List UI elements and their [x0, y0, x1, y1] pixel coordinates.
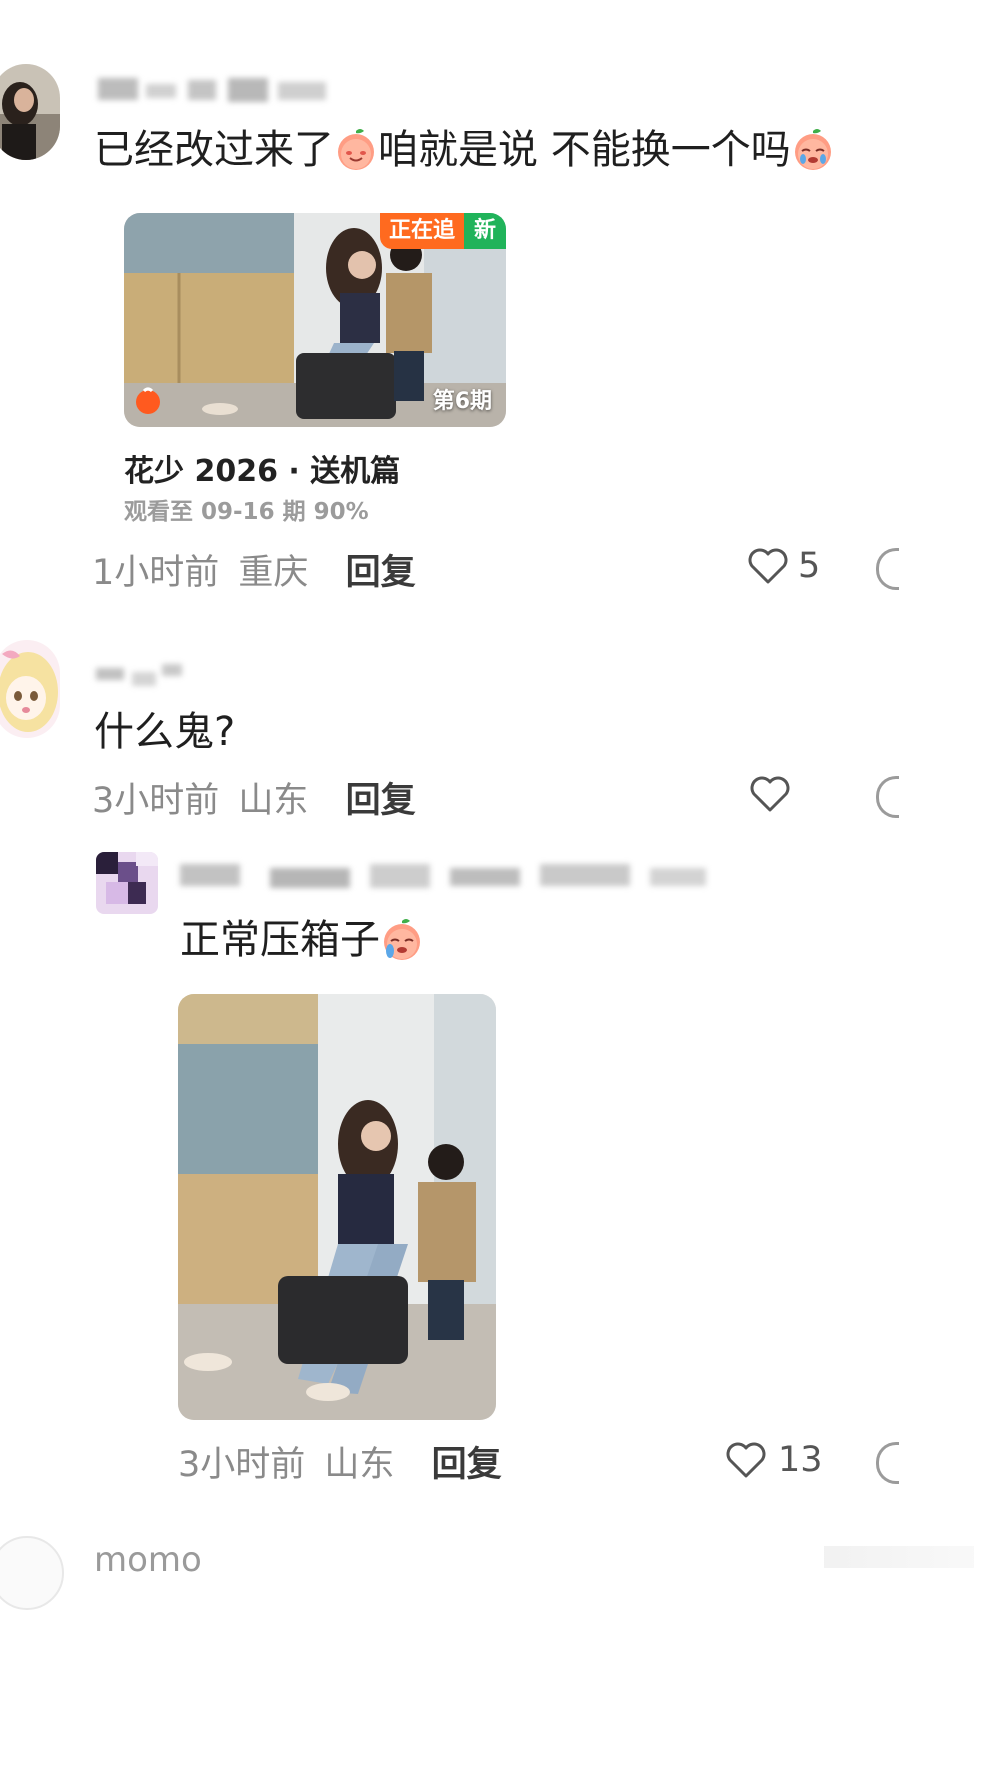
- comment-text-part1: 已经改过来了: [94, 127, 334, 173]
- heart-icon: [748, 548, 788, 584]
- username[interactable]: momo: [94, 1540, 202, 1580]
- heart-icon: [726, 1442, 766, 1478]
- comment-icon[interactable]: [876, 1442, 899, 1484]
- smiling-peach-emoji: [334, 127, 378, 171]
- like-button[interactable]: 5: [746, 544, 826, 588]
- reply-avatar[interactable]: [96, 852, 158, 914]
- like-count: 5: [798, 546, 821, 586]
- reply-button[interactable]: 回复: [432, 1445, 502, 1485]
- comment-icon[interactable]: [876, 776, 899, 818]
- comment-meta: 3小时前 山东 回复: [92, 772, 416, 823]
- comment-text: 已经改过来了 咱就是说 不能换一个吗: [94, 126, 835, 174]
- reply-location: 山东: [324, 1445, 395, 1485]
- comment-text: 什么鬼?: [94, 709, 236, 755]
- new-badge: 新: [464, 213, 506, 249]
- orange-logo-icon: [134, 387, 162, 415]
- following-badge: 正在追: [380, 213, 464, 249]
- like-count: 13: [778, 1440, 823, 1480]
- episode-title[interactable]: 花少 2026 · 送机篇: [124, 446, 400, 490]
- avatar[interactable]: [0, 1536, 64, 1610]
- avatar[interactable]: [0, 64, 60, 160]
- reply-photo[interactable]: [178, 994, 496, 1420]
- username-redacted[interactable]: [96, 660, 186, 690]
- comment-icon[interactable]: [876, 548, 899, 590]
- comment-text-part2: 咱就是说 不能换一个吗: [378, 127, 791, 173]
- watermark: [824, 1546, 974, 1568]
- episode-progress: 观看至 09-16 期 90%: [124, 499, 369, 525]
- reply-time: 3小时前: [178, 1445, 306, 1485]
- reply-text-content: 正常压箱子: [180, 917, 380, 963]
- comment-location: 山东: [238, 781, 309, 821]
- crying-peach-emoji: [791, 127, 835, 171]
- comment-meta: 1小时前 重庆 回复: [92, 544, 416, 595]
- reply-meta: 3小时前 山东 回复: [178, 1436, 502, 1487]
- episode-card[interactable]: 正在追 新 第6期: [124, 213, 506, 427]
- crying-peach-emoji: [380, 917, 424, 961]
- like-button[interactable]: [748, 774, 792, 818]
- reply-image: [178, 994, 496, 1420]
- episode-label: 第6期: [432, 389, 492, 414]
- reply-text: 正常压箱子: [180, 916, 424, 964]
- comment-location: 重庆: [238, 553, 309, 593]
- heart-icon: [750, 776, 790, 812]
- comment-time: 1小时前: [92, 553, 220, 593]
- username-redacted[interactable]: [180, 858, 710, 892]
- username-redacted[interactable]: [98, 72, 328, 106]
- reply-button[interactable]: 回复: [346, 781, 416, 821]
- reply-button[interactable]: 回复: [346, 553, 416, 593]
- avatar[interactable]: [0, 640, 60, 738]
- comment-time: 3小时前: [92, 781, 220, 821]
- like-button[interactable]: 13: [724, 1438, 824, 1482]
